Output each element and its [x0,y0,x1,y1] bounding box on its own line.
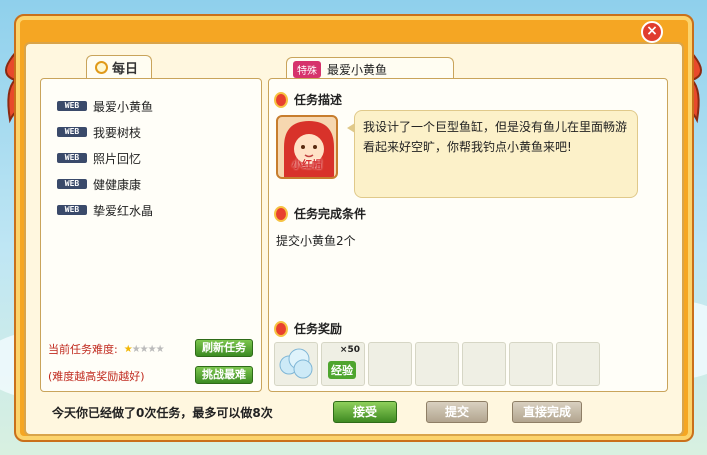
difficulty-hint: (难度越高奖励越好) [48,370,145,383]
complete-now-button[interactable]: 直接完成 [512,401,582,423]
quest-list: WEB 最爱小黄鱼 WEB 我要树枝 WEB 照片回忆 WEB 健健康康 WEB 挚爱红水… [57,93,153,223]
empty-reward-slot [509,342,553,386]
star-icon: ★ [123,343,133,355]
star-icon: ★ [147,343,157,355]
submit-button[interactable]: 提交 [426,401,488,423]
npc-portrait: 小红帽 [276,115,338,179]
refresh-quest-button[interactable]: 刷新任务 [195,339,253,357]
difficulty-label: 当前任务难度: [48,343,118,356]
reward-count: ×50 [339,345,360,355]
medal-icon [274,205,288,222]
quest-item[interactable]: WEB 我要树枝 [57,119,153,145]
daily-status-text: 今天你已经做了0次任务，最多可以做8次 [52,406,273,420]
npc-name: 小红帽 [292,160,322,171]
quest-label: 挚爱红水晶 [93,203,154,218]
description-heading: 任务描述 [274,91,342,108]
quest-item[interactable]: WEB 照片回忆 [57,145,153,171]
medal-icon [274,320,288,337]
empty-reward-slot [415,342,459,386]
description-bubble: 我设计了一个巨型鱼缸，但是没有鱼儿在里面畅游看起来好空旷，你帮我钓点小黄鱼来吧! [347,110,638,198]
web-tag-icon: WEB [57,179,87,189]
difficulty-row: 当前任务难度: ★★★★★ [48,341,165,357]
reward-slot[interactable] [274,342,318,386]
quest-label: 最爱小黄鱼 [93,99,154,114]
star-icon: ★ [131,343,141,355]
web-tag-icon: WEB [57,205,87,215]
empty-reward-slot [368,342,412,386]
tab-daily[interactable]: 每日 [86,55,152,79]
description-title: 任务描述 [294,93,343,107]
clock-icon [95,61,108,74]
tab-daily-label: 每日 [112,62,139,77]
reward-slot[interactable]: ×50 经验 [321,342,365,386]
web-tag-icon: WEB [57,101,87,111]
quest-label: 我要树枝 [93,125,142,140]
quest-item[interactable]: WEB 健健康康 [57,171,153,197]
quest-item[interactable]: WEB 最爱小黄鱼 [57,93,153,119]
condition-heading: 任务完成条件 [274,205,366,222]
web-tag-icon: WEB [57,127,87,137]
web-tag-icon: WEB [57,153,87,163]
quest-item[interactable]: WEB 挚爱红水晶 [57,197,153,223]
star-icon: ★ [155,343,165,355]
difficulty-stars: ★★★★★ [123,343,165,355]
cloud-item-icon [279,348,313,379]
reward-title: 任务奖励 [294,322,343,336]
quest-detail-title: 最爱小黄鱼 [327,63,388,77]
reward-heading: 任务奖励 [274,320,342,337]
condition-text: 提交小黄鱼2个 [276,234,356,248]
empty-reward-slot [462,342,506,386]
quest-label: 照片回忆 [93,151,142,166]
challenge-hardest-button[interactable]: 挑战最难 [195,366,253,384]
condition-title: 任务完成条件 [294,207,367,221]
close-button[interactable]: × [641,21,663,43]
special-badge: 特殊 [293,61,321,78]
accept-button[interactable]: 接受 [333,401,397,423]
empty-reward-slot [556,342,600,386]
star-icon: ★ [139,343,149,355]
quest-label: 健健康康 [93,177,142,192]
medal-icon [274,91,288,108]
experience-icon: 经验 [328,361,356,379]
